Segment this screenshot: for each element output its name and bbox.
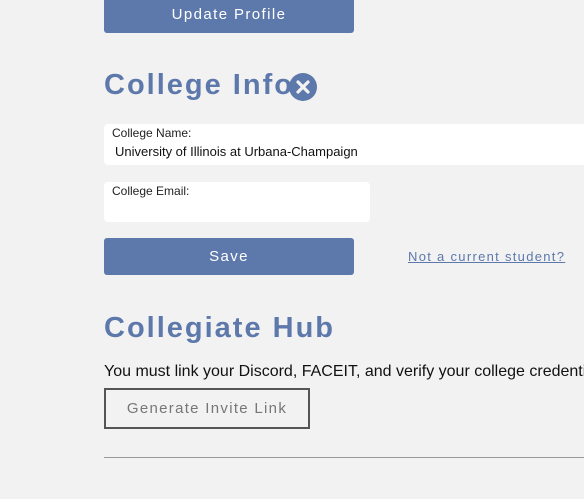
collegiate-hub-message: You must link your Discord, FACEIT, and … [104,363,584,380]
generate-invite-link-label: Generate Invite Link [126,400,288,417]
college-email-input[interactable] [115,202,355,217]
close-icon[interactable] [289,73,317,101]
save-label: Save [209,248,249,265]
close-x-glyph [296,80,310,94]
update-profile-button[interactable]: Update Profile [104,0,354,33]
page: Update Profile College Info College Name… [0,0,584,499]
save-button[interactable]: Save [104,238,354,275]
generate-invite-link-button[interactable]: Generate Invite Link [104,388,310,429]
divider [104,457,584,458]
college-name-label: College Name: [112,126,192,140]
update-profile-label: Update Profile [171,6,287,23]
not-current-student-link[interactable]: Not a current student? [408,249,565,264]
college-info-title: College Info [104,69,294,101]
college-name-input[interactable] [115,144,575,159]
college-email-field[interactable]: College Email: [104,182,370,222]
college-email-label: College Email: [112,184,190,198]
college-name-field[interactable]: College Name: [104,124,584,165]
collegiate-hub-title: Collegiate Hub [104,312,336,344]
